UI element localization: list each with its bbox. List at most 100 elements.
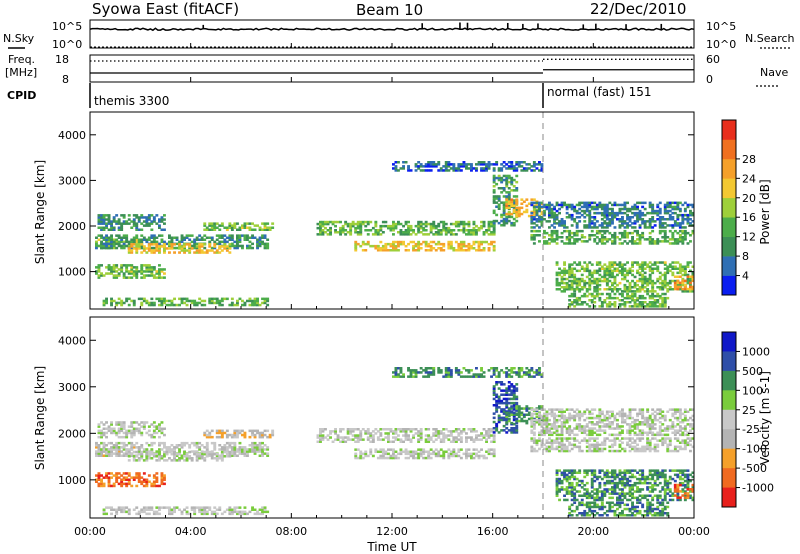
power-cell <box>661 222 665 225</box>
power-cell <box>646 220 650 223</box>
power-cell <box>397 231 400 234</box>
power-cell <box>147 222 151 225</box>
power-cell <box>628 294 632 298</box>
power-cell <box>678 222 682 225</box>
velocity-cell <box>656 449 660 453</box>
velocity-cell <box>392 375 395 378</box>
power-cell <box>178 303 181 307</box>
velocity-cell <box>125 472 129 475</box>
velocity-cell <box>376 450 380 453</box>
power-cell <box>414 169 418 172</box>
power-cell <box>636 288 639 291</box>
velocity-cell <box>198 446 202 449</box>
velocity-cell <box>218 435 222 439</box>
velocity-cell <box>522 419 526 423</box>
power-cell <box>656 305 660 308</box>
power-cell <box>631 211 634 215</box>
velocity-cell <box>505 387 509 390</box>
power-cell <box>512 165 516 168</box>
velocity-cell <box>175 506 179 509</box>
velocity-cell <box>178 452 181 456</box>
power-cell <box>188 299 192 303</box>
velocity-cell <box>238 446 242 449</box>
power-cell <box>616 236 619 239</box>
velocity-cell <box>180 455 184 458</box>
velocity-cell <box>115 508 119 511</box>
velocity-cell <box>653 437 657 440</box>
power-cell <box>394 161 398 164</box>
power-cell <box>183 297 186 301</box>
velocity-cell <box>316 440 320 443</box>
velocity-cell <box>648 439 652 442</box>
power-cell <box>588 234 592 237</box>
velocity-cell <box>354 448 358 451</box>
power-cell <box>593 277 597 281</box>
velocity-cell <box>621 437 624 440</box>
velocity-cell <box>477 434 481 437</box>
velocity-cell <box>152 441 156 445</box>
velocity-cell <box>150 433 154 437</box>
power-cell <box>334 224 337 228</box>
colorbar-segment <box>722 275 736 296</box>
power-cell <box>583 236 587 239</box>
power-cell <box>112 299 116 303</box>
power-cell <box>580 209 584 213</box>
power-cell <box>678 207 682 211</box>
power-cell <box>641 294 645 298</box>
velocity-cell <box>500 381 504 384</box>
power-cell <box>218 228 222 231</box>
power-cell <box>220 245 224 248</box>
power-cell <box>608 207 612 211</box>
power-cell <box>168 299 171 303</box>
power-cell <box>117 234 121 237</box>
power-cell <box>530 216 534 219</box>
velocity-cell <box>258 512 262 516</box>
power-cell <box>641 273 645 277</box>
power-cell <box>656 286 660 289</box>
power-cell <box>422 233 426 236</box>
velocity-cell <box>248 444 252 447</box>
power-cell <box>636 242 639 245</box>
power-cell <box>668 279 672 283</box>
power-cell <box>477 161 481 164</box>
velocity-cell <box>125 448 129 451</box>
colorbar-segment <box>722 158 736 179</box>
velocity-cell <box>414 369 418 372</box>
power-cell <box>636 261 639 264</box>
power-cell <box>689 203 692 207</box>
power-cell <box>158 224 161 227</box>
velocity-cell <box>147 444 151 447</box>
velocity-cell <box>253 433 257 437</box>
power-cell <box>555 201 559 205</box>
power-cell <box>163 243 166 246</box>
power-cell <box>585 294 589 298</box>
power-cell <box>611 207 614 211</box>
power-cell <box>220 297 224 301</box>
power-cell <box>598 288 602 291</box>
velocity-cell <box>185 506 189 509</box>
power-cell <box>223 297 227 301</box>
power-cell <box>127 240 131 244</box>
velocity-cell <box>145 448 149 451</box>
velocity-cell <box>427 428 431 431</box>
power-cell <box>590 299 594 302</box>
power-cell <box>590 226 594 229</box>
velocity-cell <box>261 441 264 445</box>
velocity-cell <box>246 512 249 516</box>
velocity-cell <box>253 429 257 433</box>
velocity-cell <box>364 450 368 453</box>
power-cell <box>633 220 637 223</box>
velocity-cell <box>371 434 375 437</box>
velocity-cell <box>137 510 141 514</box>
velocity-cell <box>459 448 463 451</box>
velocity-cell <box>120 446 124 449</box>
power-cell <box>608 261 612 264</box>
velocity-cell <box>105 506 108 509</box>
velocity-cell <box>266 452 270 455</box>
velocity-cell <box>183 450 186 454</box>
velocity-cell <box>218 457 222 460</box>
velocity-cell <box>442 375 446 378</box>
power-cell <box>236 299 239 303</box>
power-cell <box>580 294 584 298</box>
velocity-cell <box>329 436 332 439</box>
